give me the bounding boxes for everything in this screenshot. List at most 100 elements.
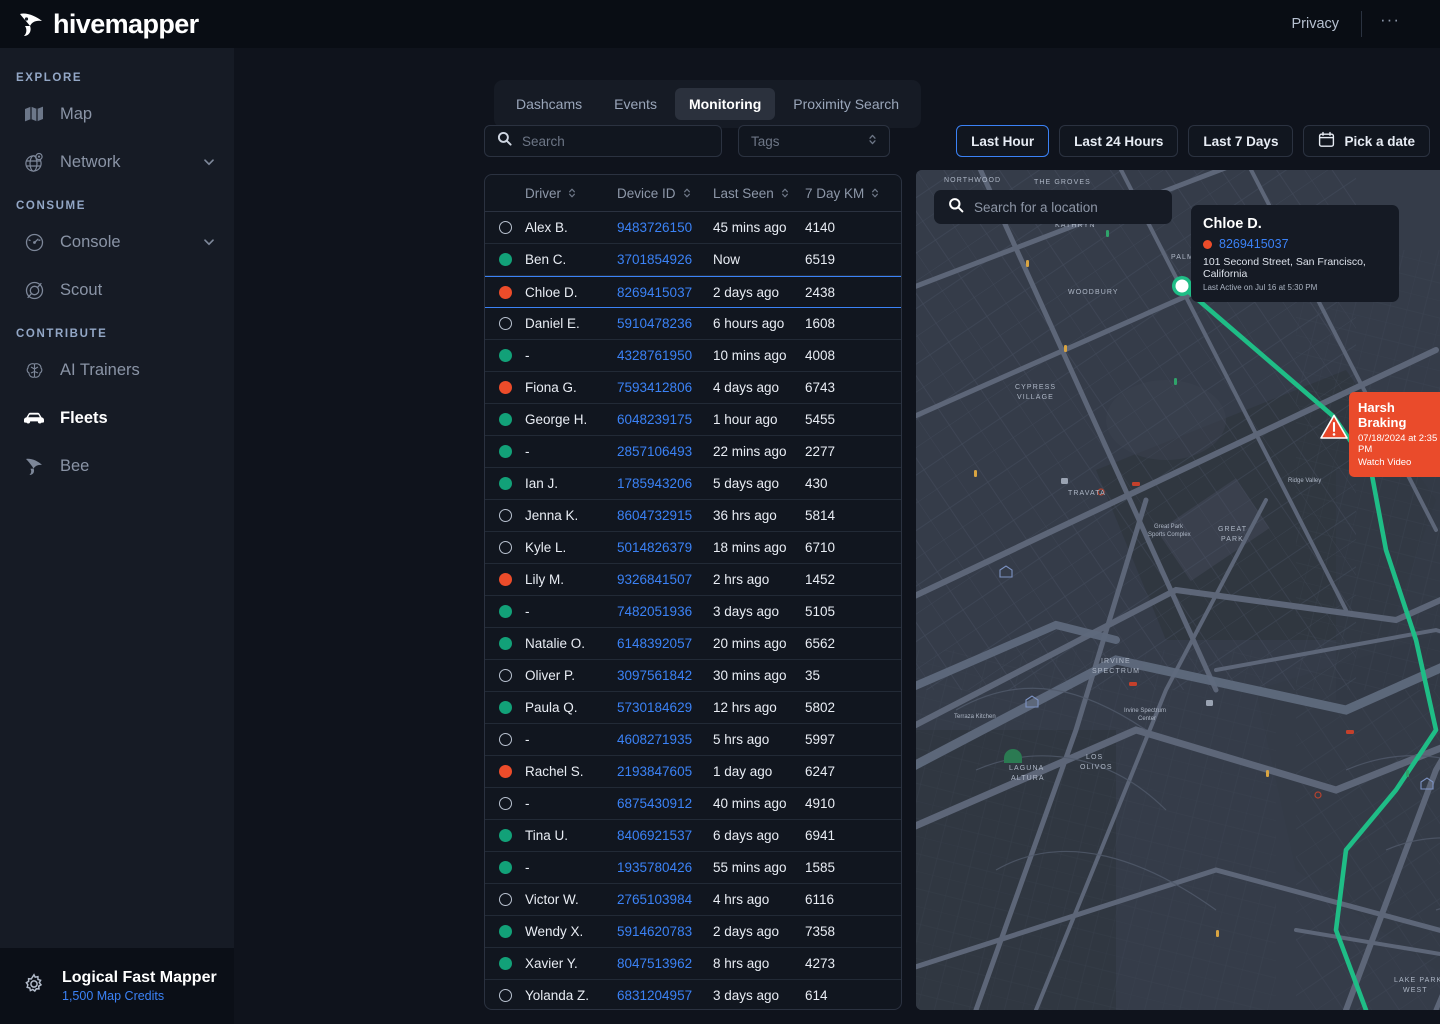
table-row[interactable]: Fiona G. 7593412806 4 days ago 6743 [485, 372, 901, 404]
row-device-id[interactable]: 6048239175 [617, 412, 713, 427]
table-row[interactable]: Rachel S. 2193847605 1 day ago 6247 [485, 756, 901, 788]
row-device-id[interactable]: 5910478236 [617, 316, 713, 331]
row-device-id[interactable]: 3097561842 [617, 668, 713, 683]
table-row[interactable]: - 6875430912 40 mins ago 4910 [485, 788, 901, 820]
table-row[interactable]: Ian J. 1785943206 5 days ago 430 [485, 468, 901, 500]
table-header-7-day-km[interactable]: 7 Day KM [805, 186, 895, 201]
table-row[interactable]: - 7482051936 3 days ago 5105 [485, 596, 901, 628]
event-tooltip[interactable]: Harsh Braking 07/18/2024 at 2:35 PM Watc… [1349, 392, 1440, 477]
row-device-id[interactable]: 2857106493 [617, 444, 713, 459]
time-filter-last-hour[interactable]: Last Hour [956, 125, 1050, 157]
row-device-id[interactable]: 4328761950 [617, 348, 713, 363]
table-row[interactable]: Natalie O. 6148392057 20 mins ago 6562 [485, 628, 901, 660]
user-account-box[interactable]: Logical Fast Mapper 1,500 Map Credits [0, 948, 234, 1024]
time-filter-pick-a-date[interactable]: Pick a date [1303, 125, 1430, 157]
table-row[interactable]: - 4608271935 5 hrs ago 5997 [485, 724, 901, 756]
row-device-id[interactable]: 2765103984 [617, 892, 713, 907]
watch-video-link[interactable]: Watch Video [1358, 457, 1440, 468]
status-dot-icon [498, 637, 512, 650]
table-row[interactable]: Daniel E. 5910478236 6 hours ago 1608 [485, 308, 901, 340]
table-row[interactable]: - 2857106493 22 mins ago 2277 [485, 436, 901, 468]
row-device-id[interactable]: 7482051936 [617, 604, 713, 619]
sidebar-item-console[interactable]: Console [0, 218, 234, 266]
row-device-id[interactable]: 1785943206 [617, 476, 713, 491]
table-row[interactable]: Paula Q. 5730184629 12 hrs ago 5802 [485, 692, 901, 724]
table-header-device-id[interactable]: Device ID [617, 186, 713, 201]
row-device-id[interactable]: 6148392057 [617, 636, 713, 651]
user-name: Logical Fast Mapper [62, 969, 217, 986]
sidebar-item-map[interactable]: Map [0, 90, 234, 138]
row-device-id[interactable]: 1935780426 [617, 860, 713, 875]
user-credits[interactable]: 1,500 Map Credits [62, 989, 217, 1003]
table-row[interactable]: Wendy X. 5914620783 2 days ago 7358 [485, 916, 901, 948]
tab-dashcams[interactable]: Dashcams [502, 88, 596, 120]
row-driver: Rachel S. [525, 764, 584, 779]
table-header-driver[interactable]: Driver [525, 186, 617, 201]
privacy-link[interactable]: Privacy [1269, 16, 1361, 32]
row-device-id[interactable]: 8269415037 [617, 285, 713, 300]
sort-icon[interactable] [781, 187, 789, 199]
sort-icon[interactable] [871, 187, 879, 199]
table-row[interactable]: Kyle L. 5014826379 18 mins ago 6710 [485, 532, 901, 564]
sort-icon[interactable] [683, 187, 691, 199]
info-card-device-id[interactable]: 8269415037 [1219, 237, 1289, 251]
row-device-id[interactable]: 3701854926 [617, 252, 713, 267]
row-device-id[interactable]: 6875430912 [617, 796, 713, 811]
more-options-button[interactable]: ··· [1362, 11, 1418, 33]
sidebar-item-network[interactable]: Network [0, 138, 234, 186]
table-row[interactable]: Yolanda Z. 6831204957 3 days ago 614 [485, 980, 901, 1009]
table-row[interactable]: George H. 6048239175 1 hour ago 5455 [485, 404, 901, 436]
table-row[interactable]: - 4328761950 10 mins ago 4008 [485, 340, 901, 372]
chevron-down-icon[interactable] [202, 235, 216, 249]
row-device-id[interactable]: 8047513962 [617, 956, 713, 971]
search-box[interactable] [484, 125, 722, 157]
table-row[interactable]: Lily M. 9326841507 2 hrs ago 1452 [485, 564, 901, 596]
map-search-box[interactable] [934, 190, 1172, 224]
row-device-id[interactable]: 6831204957 [617, 988, 713, 1003]
brand[interactable]: hivemapper [0, 0, 234, 48]
chevron-down-icon[interactable] [202, 155, 216, 169]
table-header-label: Driver [525, 185, 561, 201]
sort-icon[interactable] [568, 187, 576, 199]
row-device-id[interactable]: 8406921537 [617, 828, 713, 843]
info-card-driver-name: Chloe D. [1203, 216, 1262, 232]
row-device-id[interactable]: 9326841507 [617, 572, 713, 587]
table-row[interactable]: Oliver P. 3097561842 30 mins ago 35 [485, 660, 901, 692]
map-search-input[interactable] [974, 199, 1158, 215]
sidebar-item-bee[interactable]: Bee [0, 442, 234, 490]
table-row[interactable]: Tina U. 8406921537 6 days ago 6941 [485, 820, 901, 852]
table-row[interactable]: Jenna K. 8604732915 36 hrs ago 5814 [485, 500, 901, 532]
sidebar-item-scout[interactable]: Scout [0, 266, 234, 314]
tab-monitoring[interactable]: Monitoring [674, 88, 776, 120]
table-row[interactable]: Chloe D. 8269415037 2 days ago 2438 [485, 276, 901, 308]
time-filter-last-7-days[interactable]: Last 7 Days [1188, 125, 1294, 157]
row-device-id[interactable]: 8604732915 [617, 508, 713, 523]
gear-icon[interactable] [22, 972, 46, 1001]
status-dot-icon [498, 893, 512, 906]
row-device-id[interactable]: 5730184629 [617, 700, 713, 715]
row-device-id[interactable]: 7593412806 [617, 380, 713, 395]
row-last-seen: 45 mins ago [713, 220, 787, 235]
row-device-id[interactable]: 4608271935 [617, 732, 713, 747]
sidebar-item-ai-trainers[interactable]: AI Trainers [0, 346, 234, 394]
table-row[interactable]: Xavier Y. 8047513962 8 hrs ago 4273 [485, 948, 901, 980]
table-row[interactable]: Ben C. 3701854926 Now 6519 [485, 244, 901, 276]
search-input[interactable] [522, 133, 709, 149]
table-row[interactable]: Alex B. 9483726150 45 mins ago 4140 [485, 212, 901, 244]
row-device-id[interactable]: 9483726150 [617, 220, 713, 235]
row-device-id[interactable]: 5914620783 [617, 924, 713, 939]
tab-events[interactable]: Events [600, 88, 671, 120]
row-device-id[interactable]: 5014826379 [617, 540, 713, 555]
time-filter-last-24-hours[interactable]: Last 24 Hours [1059, 125, 1179, 157]
row-7-day-km: 1585 [805, 860, 836, 875]
map-panel[interactable]: NORTHWOODTHE GROVESKATHRYNWOODBURYPALMER… [916, 170, 1440, 1010]
table-header-last-seen[interactable]: Last Seen [713, 186, 805, 201]
row-device-id[interactable]: 2193847605 [617, 764, 713, 779]
sidebar-item-fleets[interactable]: Fleets [0, 394, 234, 442]
warning-triangle-icon[interactable] [1320, 414, 1348, 445]
table-row[interactable]: - 1935780426 55 mins ago 1585 [485, 852, 901, 884]
row-driver: Xavier Y. [525, 956, 578, 971]
tab-proximity-search[interactable]: Proximity Search [779, 88, 913, 120]
tags-select[interactable]: Tags [738, 125, 890, 157]
table-row[interactable]: Victor W. 2765103984 4 hrs ago 6116 [485, 884, 901, 916]
